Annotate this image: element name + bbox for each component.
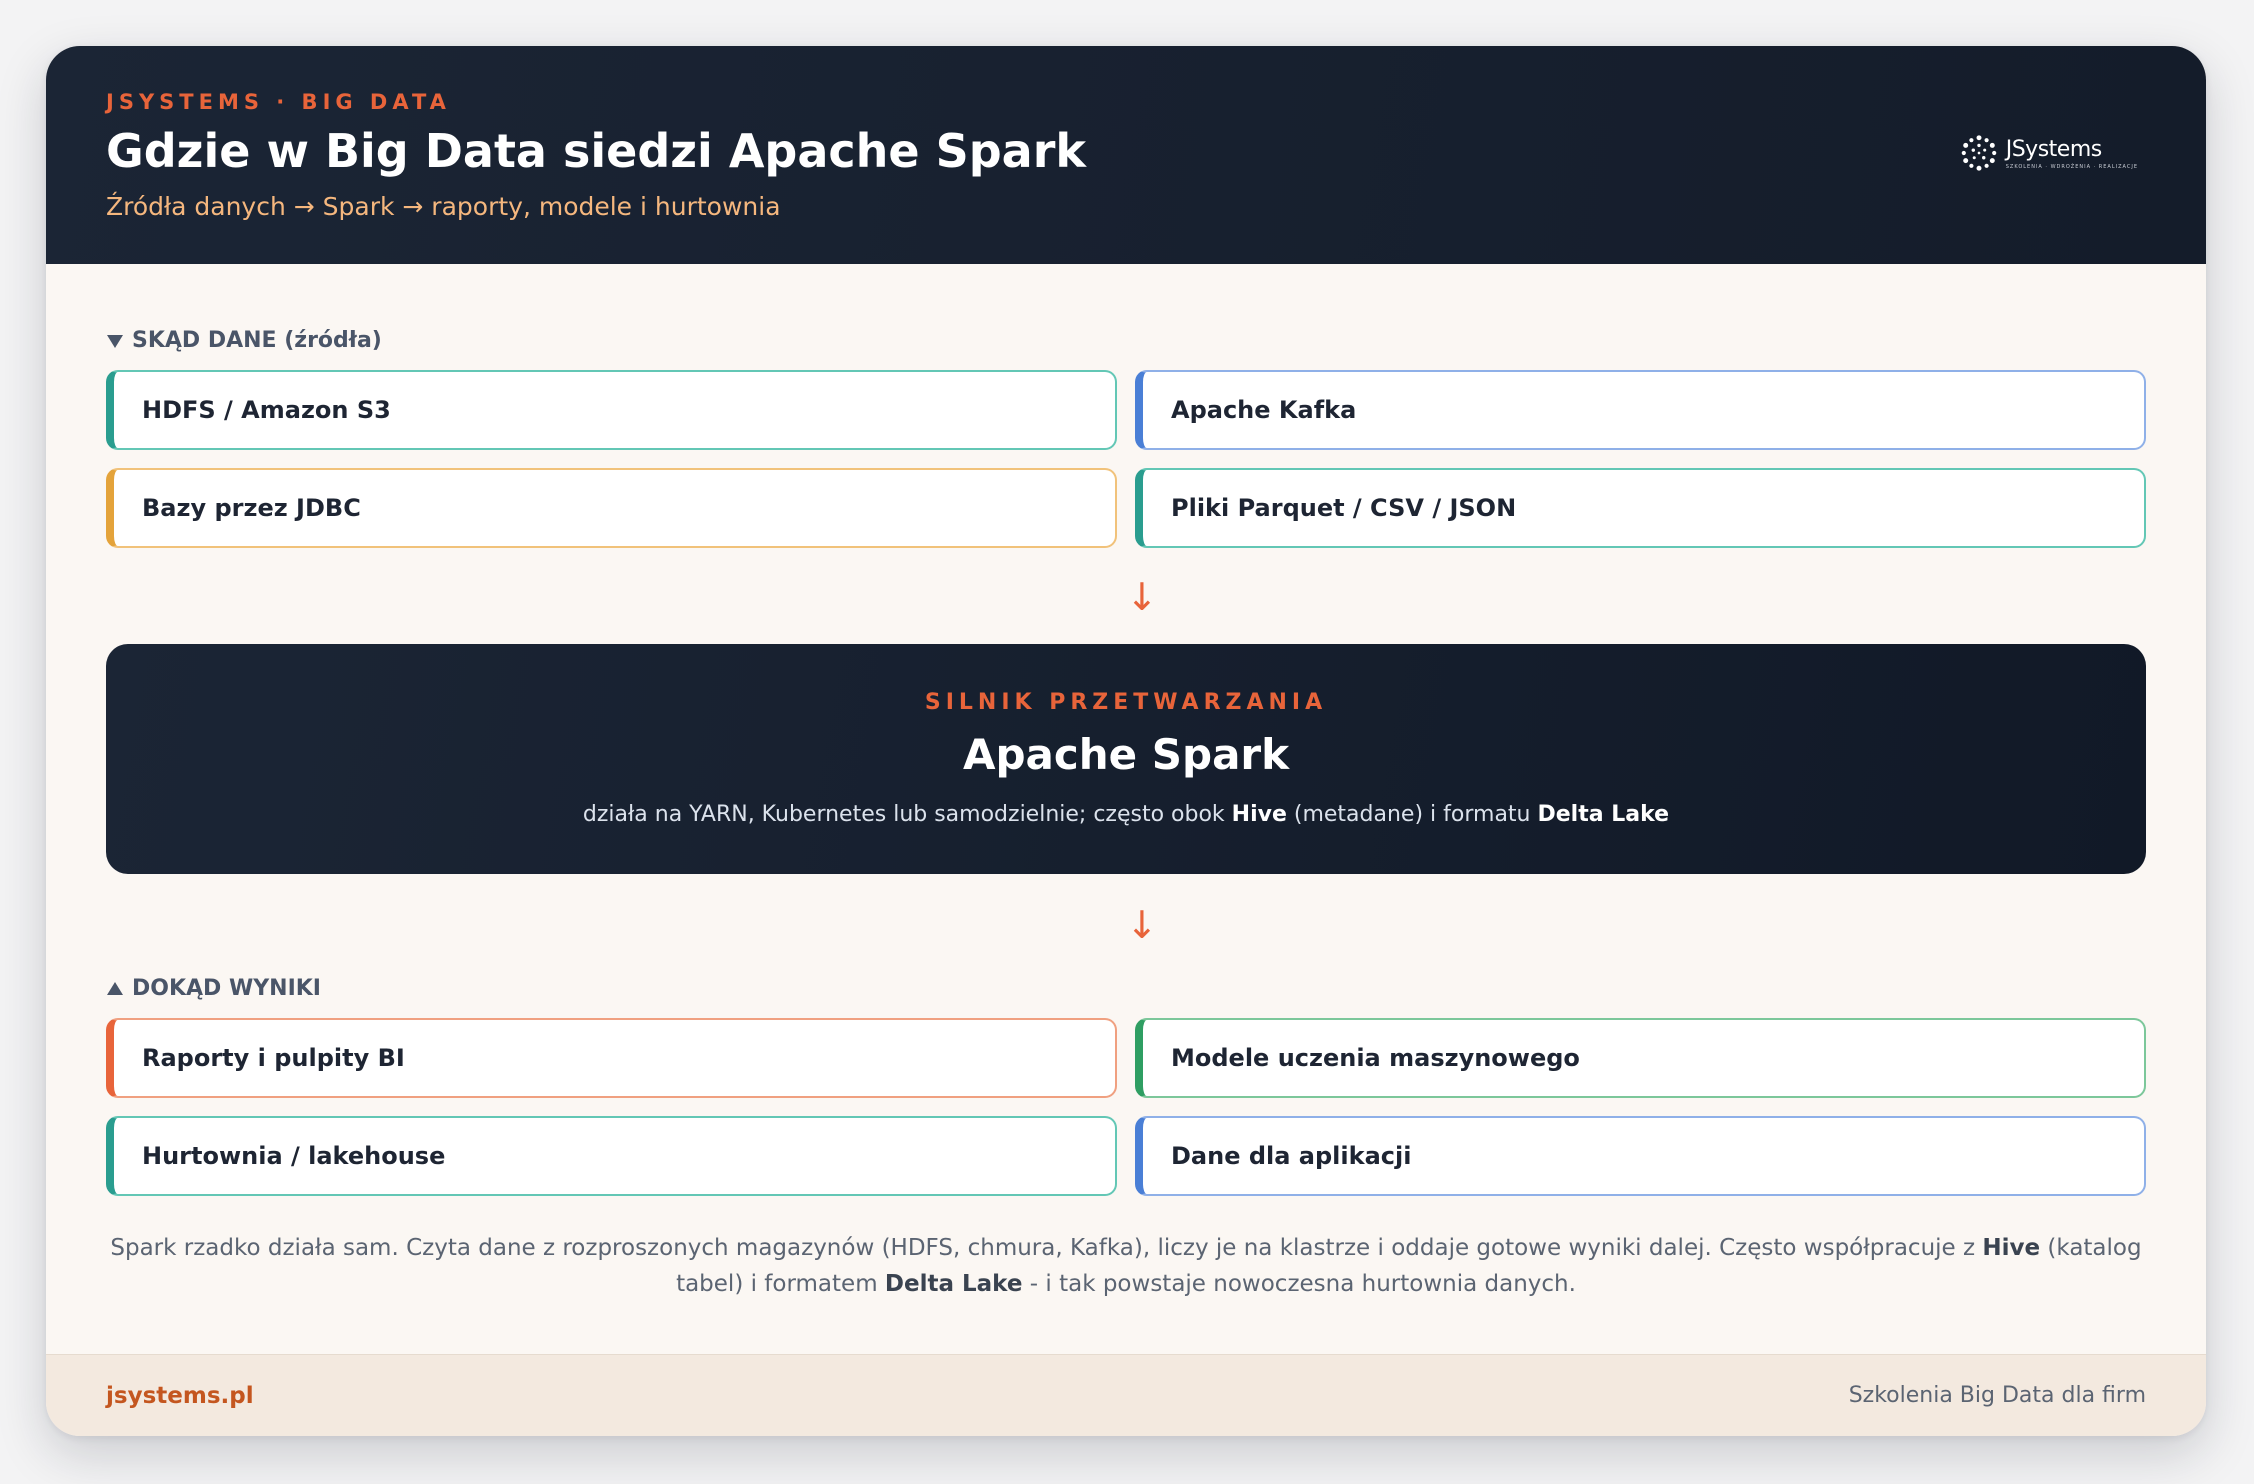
engine-eyebrow: SILNIK PRZETWARZANIA — [924, 690, 1328, 715]
page-title: Gdzie w Big Data siedzi Apache Spark — [106, 124, 1086, 178]
engine-description: działa na YARN, Kubernetes lub samodziel… — [106, 802, 2146, 827]
engine-desc-text: (metadane) i formatu — [1286, 802, 1538, 827]
output-box-label: Hurtownia / lakehouse — [142, 1142, 446, 1170]
outputs-label-text: DOKĄD WYNIKI — [132, 976, 321, 1001]
logo-text: JSystems — [2005, 136, 2103, 162]
engine-panel: SILNIK PRZETWARZANIA Apache Spark działa… — [106, 644, 2146, 874]
source-box-label: Bazy przez JDBC — [142, 494, 361, 522]
source-box-label: Apache Kafka — [1171, 396, 1357, 424]
explanatory-note: Spark rzadko działa sam. Czyta dane z ro… — [106, 1230, 2146, 1302]
page-subtitle: Źródła danych → Spark → raporty, modele … — [106, 192, 781, 221]
note-text: - i tak powstaje nowoczesna hurtownia da… — [1022, 1271, 1576, 1297]
footer: jsystems.pl Szkolenia Big Data dla firm — [46, 1354, 2206, 1436]
logo-dots-icon — [1961, 135, 1997, 171]
output-box-warehouse: Hurtownia / lakehouse — [106, 1116, 1117, 1196]
outputs-label: DOKĄD WYNIKI — [106, 976, 321, 1001]
output-box-label: Modele uczenia maszynowego — [1171, 1044, 1580, 1072]
note-hive: Hive — [1982, 1235, 2041, 1261]
logo-wordmark: JSystems SZKOLENIA · WDROŻENIA · REALIZA… — [2006, 137, 2138, 170]
output-box-label: Dane dla aplikacji — [1171, 1142, 1412, 1170]
source-box-label: Pliki Parquet / CSV / JSON — [1171, 494, 1517, 522]
output-box-label: Raporty i pulpity BI — [142, 1044, 405, 1072]
logo-tagline: SZKOLENIA · WDROŻENIA · REALIZACJE — [2005, 163, 2138, 170]
footer-tagline: Szkolenia Big Data dla firm — [1848, 1383, 2146, 1408]
triangle-down-icon — [107, 334, 123, 348]
output-box-bi: Raporty i pulpity BI — [106, 1018, 1117, 1098]
source-box-jdbc: Bazy przez JDBC — [106, 468, 1117, 548]
infographic-card: JSYSTEMS · BIG DATA Gdzie w Big Data sie… — [46, 46, 2206, 1436]
source-box-kafka: Apache Kafka — [1135, 370, 2146, 450]
source-box-label: HDFS / Amazon S3 — [142, 396, 391, 424]
footer-site-link[interactable]: jsystems.pl — [106, 1383, 254, 1409]
sources-label: SKĄD DANE (źródła) — [106, 328, 382, 353]
output-box-apps: Dane dla aplikacji — [1135, 1116, 2146, 1196]
output-box-ml: Modele uczenia maszynowego — [1135, 1018, 2146, 1098]
source-box-files: Pliki Parquet / CSV / JSON — [1135, 468, 2146, 548]
header: JSYSTEMS · BIG DATA Gdzie w Big Data sie… — [46, 46, 2206, 264]
note-delta: Delta Lake — [884, 1271, 1023, 1297]
sources-label-text: SKĄD DANE (źródła) — [132, 328, 382, 353]
engine-desc-hive: Hive — [1231, 802, 1287, 827]
note-text: Spark rzadko działa sam. Czyta dane z ro… — [110, 1235, 1983, 1261]
header-eyebrow: JSYSTEMS · BIG DATA — [106, 90, 451, 114]
triangle-up-icon — [107, 981, 123, 995]
brand-logo: JSystems SZKOLENIA · WDROŻENIA · REALIZA… — [1960, 134, 2138, 172]
source-box-hdfs: HDFS / Amazon S3 — [106, 370, 1117, 450]
engine-desc-text: działa na YARN, Kubernetes lub samodziel… — [582, 802, 1232, 827]
engine-desc-delta: Delta Lake — [1537, 802, 1670, 827]
engine-title: Apache Spark — [962, 730, 1290, 779]
